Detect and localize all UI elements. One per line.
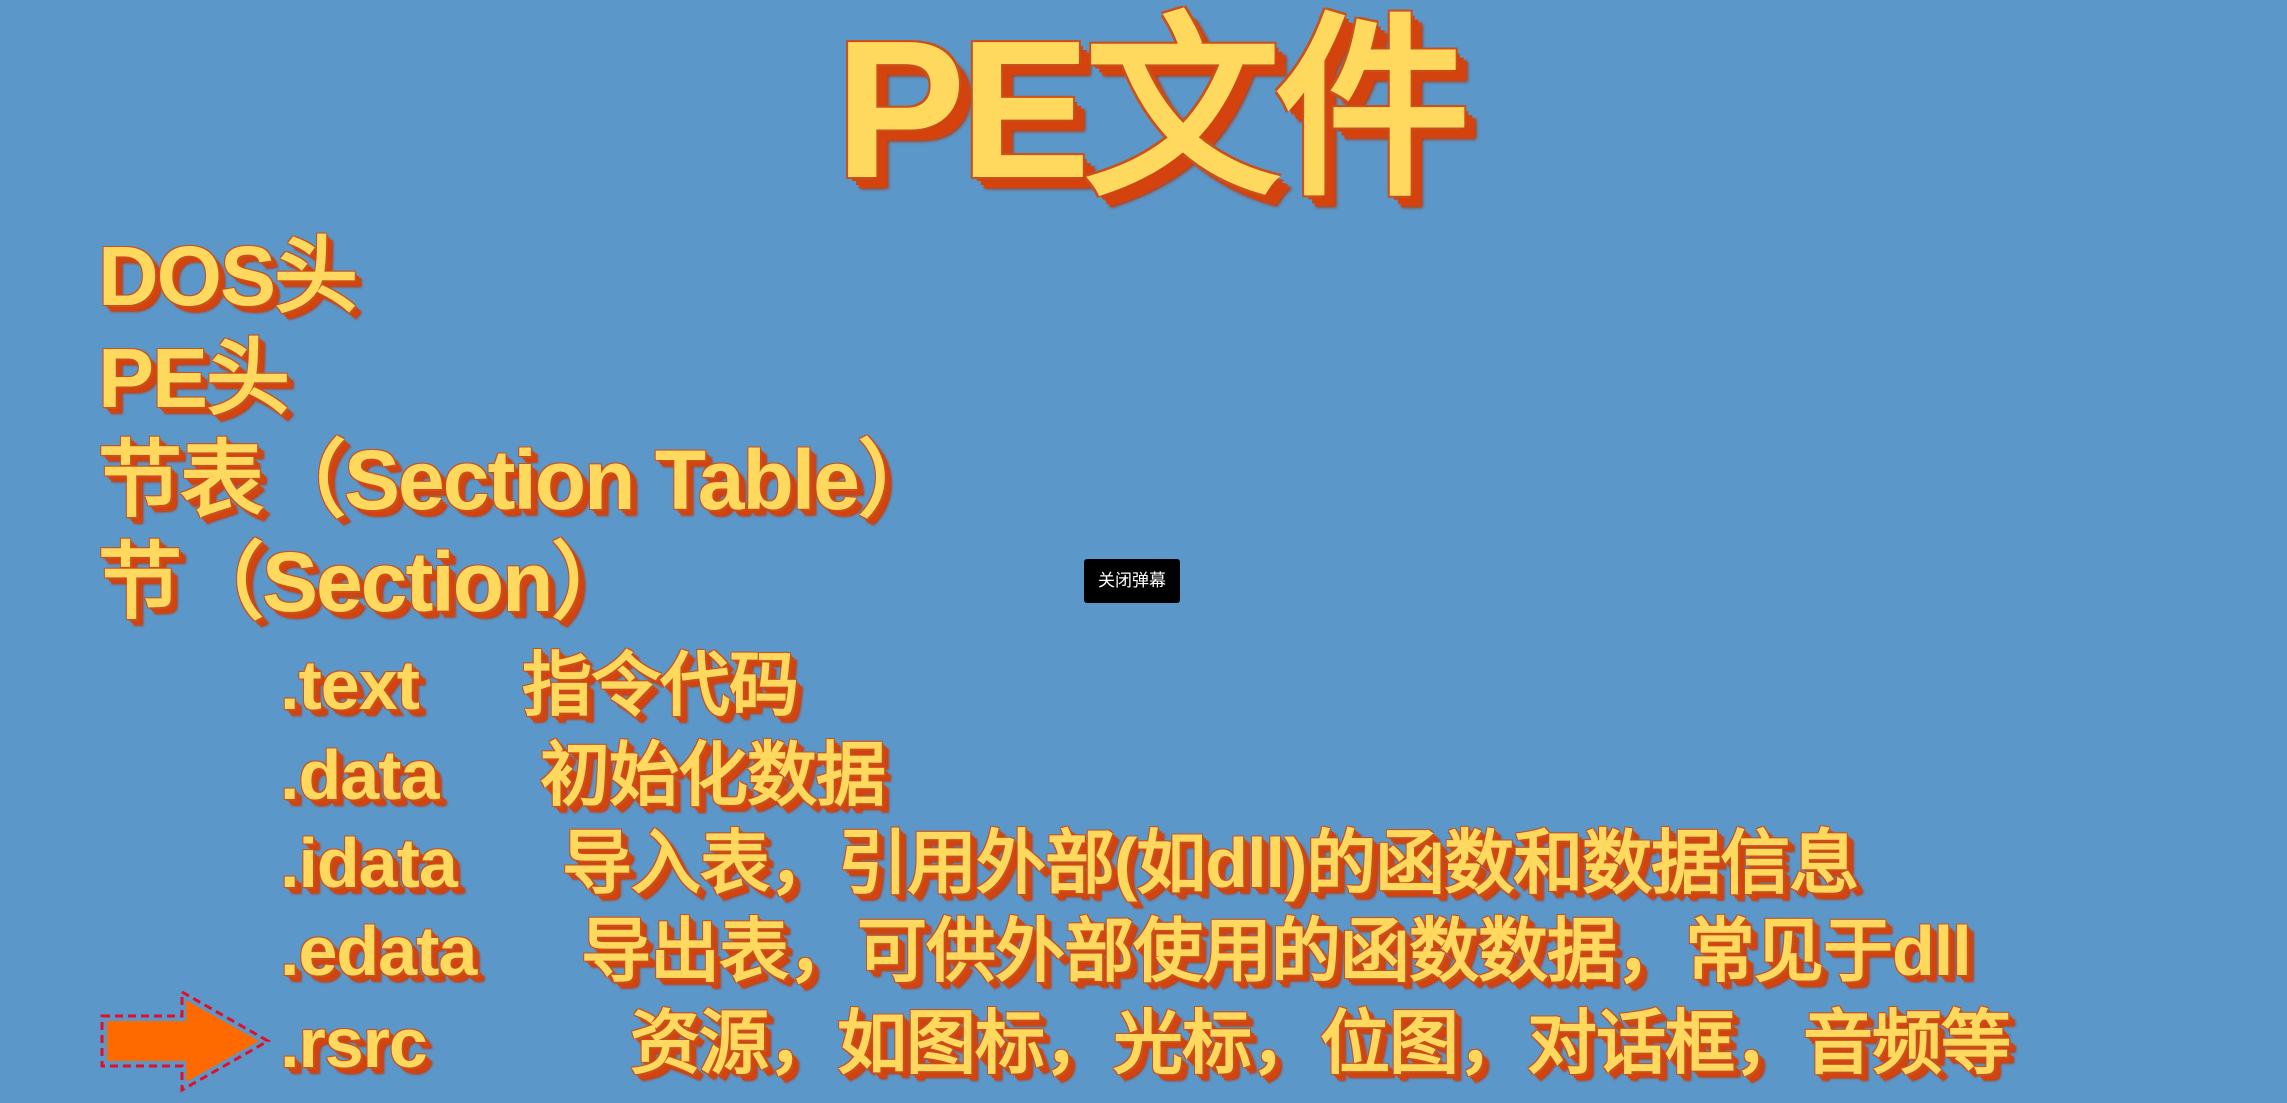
section-desc: 导入表，引用外部(如dll)的函数和数据信息 [562, 824, 1859, 902]
section-desc: 导出表，可供外部使用的函数数据，常见于dll [581, 912, 1972, 990]
section-name: .text [280, 646, 420, 724]
close-danmaku-button[interactable]: 关闭弹幕 [1084, 559, 1180, 603]
section-name: .rsrc [280, 1004, 428, 1082]
section-name: .data [280, 736, 439, 814]
section-desc: 初始化数据 [540, 736, 886, 814]
arrow-right-icon [100, 989, 272, 1093]
heading-dos-header: DOS头 [98, 229, 358, 323]
section-desc: 指令代码 [522, 646, 799, 724]
section-name: .idata [280, 824, 458, 902]
heading-section-table: 节表（Section Table） [98, 433, 942, 527]
slide-title: PE文件 [835, 0, 1470, 219]
section-name: .edata [280, 912, 477, 990]
heading-pe-header: PE头 [98, 331, 290, 425]
heading-section: 节（Section） [98, 535, 635, 629]
section-desc: 资源，如图标，光标，位图，对话框，音频等 [630, 1004, 2011, 1082]
